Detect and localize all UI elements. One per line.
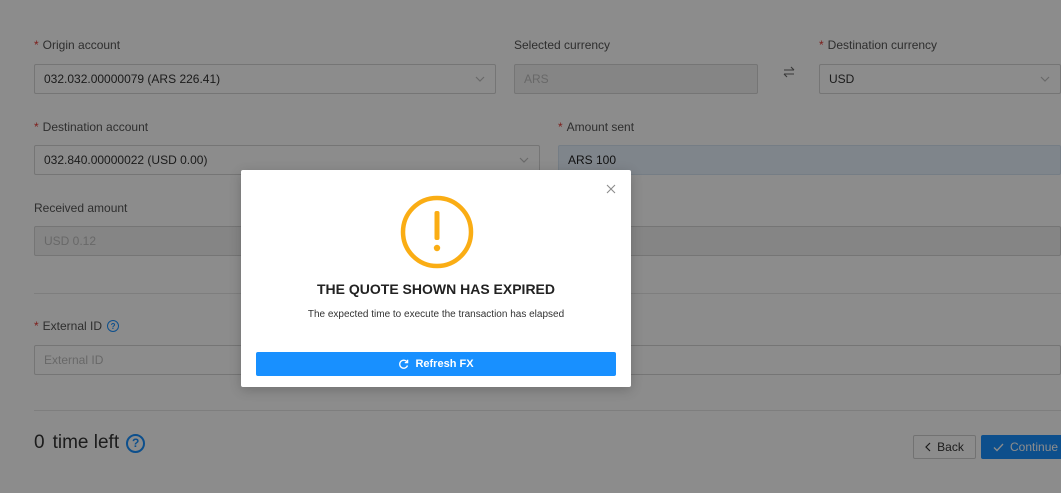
close-icon[interactable] (605, 183, 617, 195)
modal-title: THE QUOTE SHOWN HAS EXPIRED (316, 281, 556, 297)
refresh-icon (399, 359, 409, 369)
warning-icon (400, 195, 474, 269)
refresh-fx-label: Refresh FX (415, 358, 474, 370)
refresh-fx-button[interactable]: Refresh FX (256, 352, 616, 376)
modal-message: The expected time to execute the transac… (307, 309, 565, 320)
quote-expired-modal: THE QUOTE SHOWN HAS EXPIRED The expected… (241, 170, 631, 387)
